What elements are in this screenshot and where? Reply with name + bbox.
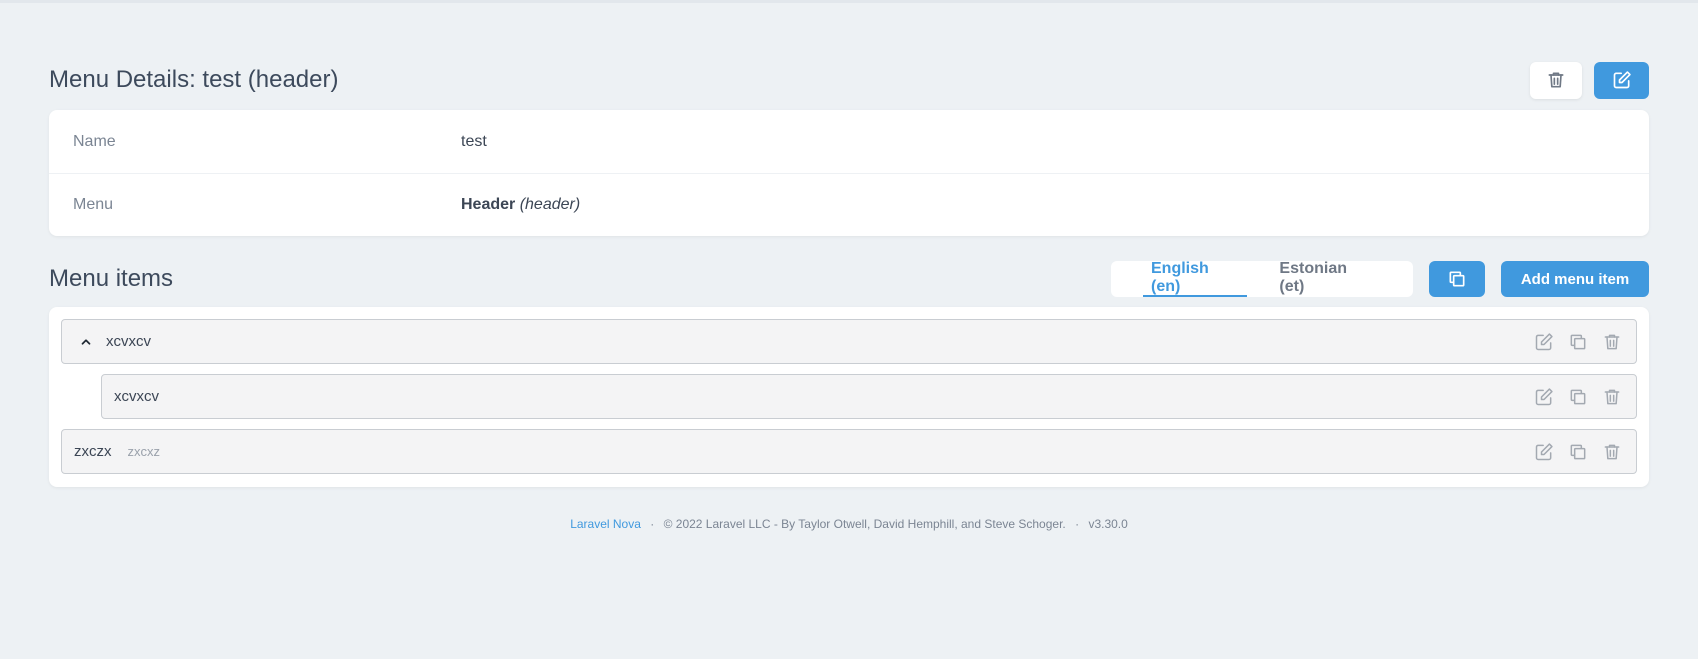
section-title: Menu items xyxy=(49,265,174,292)
footer-separator: · xyxy=(650,517,655,531)
copy-language-button[interactable] xyxy=(1429,261,1485,297)
trash-icon[interactable] xyxy=(1600,440,1624,464)
item-subtitle: zxcxz xyxy=(127,444,161,459)
footer-link-laravel-nova[interactable]: Laravel Nova xyxy=(570,517,641,531)
detail-label: Menu xyxy=(73,195,114,213)
edit-icon[interactable] xyxy=(1532,385,1556,409)
item-actions xyxy=(1532,440,1624,464)
edit-icon[interactable] xyxy=(1532,330,1556,354)
trash-icon[interactable] xyxy=(1600,330,1624,354)
language-tabs: English (en) Estonian (et) xyxy=(1111,260,1413,297)
edit-button[interactable] xyxy=(1594,61,1649,99)
chevron-up-icon[interactable] xyxy=(74,330,98,354)
menu-name: Header xyxy=(461,195,516,213)
header-actions xyxy=(1530,61,1649,99)
detail-row-menu: Menu Header (header) xyxy=(49,173,1649,235)
list-item[interactable]: xcvxcv xyxy=(61,319,1637,364)
add-menu-item-button[interactable]: Add menu item xyxy=(1501,261,1649,297)
detail-value: Header (header) xyxy=(461,196,580,214)
item-actions xyxy=(1532,330,1624,354)
details-header: Menu Details: test (header) xyxy=(49,60,1649,100)
tab-estonian[interactable]: Estonian (et) xyxy=(1271,260,1381,297)
trash-icon xyxy=(1548,72,1564,88)
edit-icon[interactable] xyxy=(1532,440,1556,464)
top-border xyxy=(0,0,1698,3)
edit-icon xyxy=(1613,71,1631,89)
copy-icon[interactable] xyxy=(1566,330,1590,354)
detail-value: test xyxy=(461,132,487,150)
item-name: xcvxcv xyxy=(114,388,159,405)
item-name: zxczx xyxy=(74,443,112,460)
detail-label: Name xyxy=(73,132,116,150)
details-card: Name test Menu Header (header) xyxy=(49,110,1649,236)
copy-icon xyxy=(1449,271,1465,287)
trash-icon[interactable] xyxy=(1600,385,1624,409)
menu-items-actions: English (en) Estonian (et) Add menu item xyxy=(1111,260,1649,297)
delete-button[interactable] xyxy=(1530,61,1582,99)
copy-icon[interactable] xyxy=(1566,440,1590,464)
list-item[interactable]: zxczx zxcxz xyxy=(61,429,1637,474)
list-item[interactable]: xcvxcv xyxy=(101,374,1637,419)
page-title: Menu Details: test (header) xyxy=(49,66,339,93)
footer-copyright: © 2022 Laravel LLC - By Taylor Otwell, D… xyxy=(663,517,1066,531)
menu-items-header: Menu items English (en) Estonian (et) Ad… xyxy=(49,260,1649,297)
item-name: xcvxcv xyxy=(106,333,151,350)
footer-version: v3.30.0 xyxy=(1088,517,1128,531)
footer-separator: · xyxy=(1075,517,1080,531)
menu-slug: (header) xyxy=(519,195,581,213)
footer: Laravel Nova · © 2022 Laravel LLC - By T… xyxy=(0,517,1698,531)
copy-icon[interactable] xyxy=(1566,385,1590,409)
tab-english[interactable]: English (en) xyxy=(1143,260,1248,297)
item-actions xyxy=(1532,385,1624,409)
detail-row-name: Name test xyxy=(49,110,1649,173)
menu-items-card: xcvxcv xcvxcv zxczx zxcxz xyxy=(49,307,1649,487)
